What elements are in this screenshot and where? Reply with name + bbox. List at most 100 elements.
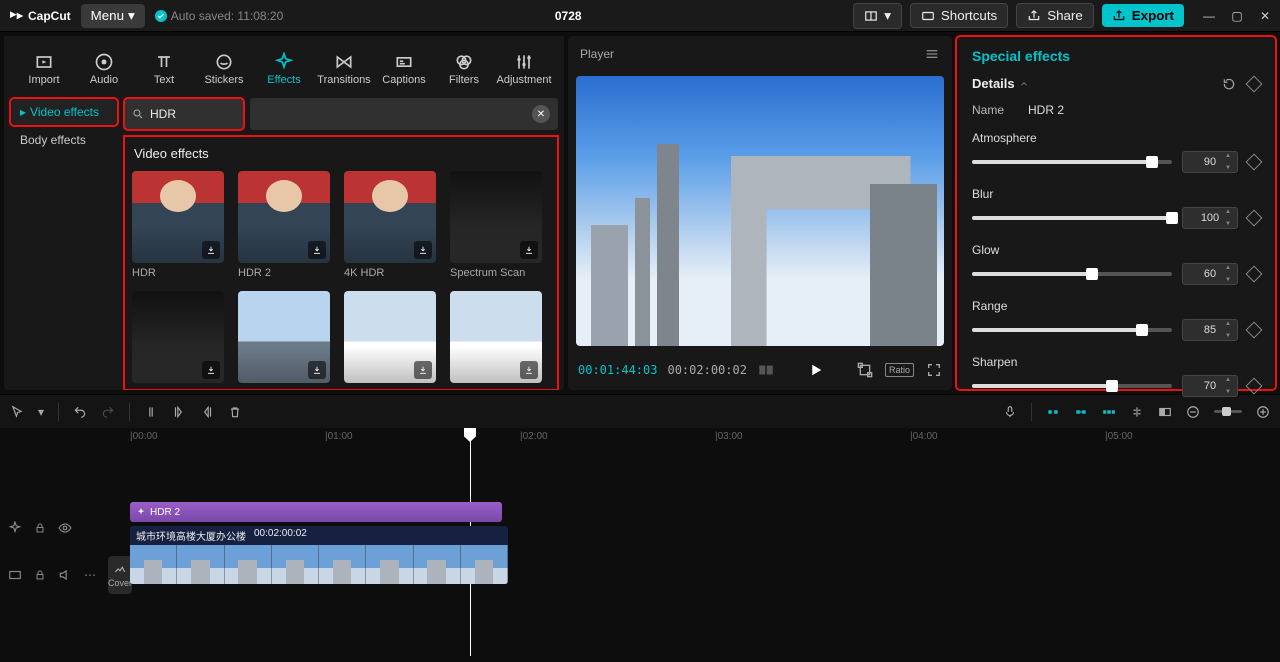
search-box[interactable] bbox=[124, 98, 244, 130]
project-name[interactable]: 0728 bbox=[293, 9, 843, 23]
effect-thumbnail[interactable] bbox=[132, 291, 224, 383]
trim-left-button[interactable] bbox=[172, 405, 186, 419]
record-audio-button[interactable] bbox=[1003, 405, 1017, 419]
fullscreen-icon[interactable] bbox=[926, 362, 942, 378]
effect-thumbnail[interactable] bbox=[344, 171, 436, 263]
param-value[interactable]: 70▲▼ bbox=[1182, 375, 1238, 397]
effect-clip[interactable]: HDR 2 bbox=[130, 502, 502, 522]
player-canvas[interactable] bbox=[576, 76, 944, 346]
param-slider[interactable] bbox=[972, 328, 1172, 332]
tool-dropdown-icon[interactable]: ▾ bbox=[38, 405, 44, 419]
effect-card[interactable]: HDR bbox=[132, 171, 224, 279]
eye-icon[interactable] bbox=[58, 521, 72, 535]
crop-icon[interactable] bbox=[857, 362, 873, 378]
details-toggle[interactable]: Details bbox=[972, 76, 1029, 91]
effect-card[interactable]: Spectrum Scan bbox=[450, 171, 542, 279]
download-icon[interactable] bbox=[202, 361, 220, 379]
zoom-out-button[interactable] bbox=[1186, 405, 1200, 419]
delete-button[interactable] bbox=[228, 405, 242, 419]
trim-right-button[interactable] bbox=[200, 405, 214, 419]
download-icon[interactable] bbox=[414, 241, 432, 259]
tab-text[interactable]: Text bbox=[134, 50, 194, 86]
keyframe-diamond-icon[interactable] bbox=[1246, 75, 1263, 92]
keyframe-diamond-icon[interactable] bbox=[1246, 378, 1263, 395]
zoom-in-button[interactable] bbox=[1256, 405, 1270, 419]
magnet-mode-2[interactable] bbox=[1074, 405, 1088, 419]
undo-button[interactable] bbox=[73, 405, 87, 419]
compare-icon[interactable] bbox=[757, 361, 775, 379]
param-value[interactable]: 60▲▼ bbox=[1182, 263, 1238, 285]
effects-track-icon[interactable] bbox=[8, 521, 22, 535]
share-button[interactable]: Share bbox=[1016, 3, 1094, 28]
param-value[interactable]: 90▲▼ bbox=[1182, 151, 1238, 173]
effect-thumbnail[interactable] bbox=[344, 291, 436, 383]
spinner-icon[interactable]: ▲▼ bbox=[1225, 265, 1235, 283]
effect-card[interactable] bbox=[450, 291, 542, 383]
preview-toggle[interactable] bbox=[1158, 405, 1172, 419]
lock-icon[interactable] bbox=[34, 522, 46, 534]
ratio-button[interactable]: Ratio bbox=[885, 363, 914, 377]
sidebar-item-body-effects[interactable]: Body effects bbox=[10, 126, 118, 154]
zoom-slider[interactable] bbox=[1214, 410, 1242, 413]
tab-adjustment[interactable]: Adjustment bbox=[494, 50, 554, 86]
download-icon[interactable] bbox=[520, 241, 538, 259]
close-icon[interactable]: ✕ bbox=[1258, 9, 1272, 23]
tab-import[interactable]: Import bbox=[14, 50, 74, 86]
spinner-icon[interactable]: ▲▼ bbox=[1225, 209, 1235, 227]
spinner-icon[interactable]: ▲▼ bbox=[1225, 321, 1235, 339]
tab-effects[interactable]: Effects bbox=[254, 50, 314, 86]
download-icon[interactable] bbox=[414, 361, 432, 379]
minimize-icon[interactable]: — bbox=[1202, 9, 1216, 23]
menu-button[interactable]: Menu ▾ bbox=[81, 4, 145, 28]
tab-filters[interactable]: Filters bbox=[434, 50, 494, 86]
keyframe-diamond-icon[interactable] bbox=[1246, 322, 1263, 339]
search-input[interactable] bbox=[150, 107, 305, 121]
player-menu-icon[interactable] bbox=[924, 46, 940, 62]
timeline-ruler[interactable]: |00:00|01:00|02:00|03:00|04:00|05:00 bbox=[130, 428, 1280, 448]
param-slider[interactable] bbox=[972, 272, 1172, 276]
spinner-icon[interactable]: ▲▼ bbox=[1225, 153, 1235, 171]
align-button[interactable] bbox=[1130, 405, 1144, 419]
effect-card[interactable] bbox=[132, 291, 224, 383]
tab-transitions[interactable]: Transitions bbox=[314, 50, 374, 86]
tab-audio[interactable]: Audio bbox=[74, 50, 134, 86]
spinner-icon[interactable]: ▲▼ bbox=[1225, 377, 1235, 395]
magnet-mode-1[interactable] bbox=[1046, 405, 1060, 419]
export-button[interactable]: Export bbox=[1102, 4, 1184, 27]
keyframe-diamond-icon[interactable] bbox=[1246, 154, 1263, 171]
effect-card[interactable]: 4K HDR bbox=[344, 171, 436, 279]
keyframe-diamond-icon[interactable] bbox=[1246, 210, 1263, 227]
param-slider[interactable] bbox=[972, 384, 1172, 388]
play-button[interactable] bbox=[807, 361, 825, 379]
clear-search-button[interactable]: ✕ bbox=[532, 105, 550, 123]
effect-card[interactable]: HDR 2 bbox=[238, 171, 330, 279]
effect-thumbnail[interactable] bbox=[450, 171, 542, 263]
timeline-tracks[interactable]: |00:00|01:00|02:00|03:00|04:00|05:00 HDR… bbox=[130, 428, 1280, 656]
video-track-icon[interactable] bbox=[8, 568, 22, 582]
maximize-icon[interactable]: ▢ bbox=[1230, 9, 1244, 23]
split-button[interactable] bbox=[144, 405, 158, 419]
download-icon[interactable] bbox=[202, 241, 220, 259]
sidebar-item-video-effects[interactable]: ▸ Video effects bbox=[10, 98, 118, 126]
download-icon[interactable] bbox=[520, 361, 538, 379]
tab-stickers[interactable]: Stickers bbox=[194, 50, 254, 86]
effect-card[interactable] bbox=[238, 291, 330, 383]
mute-icon[interactable] bbox=[58, 568, 72, 582]
tab-captions[interactable]: Captions bbox=[374, 50, 434, 86]
effect-card[interactable] bbox=[344, 291, 436, 383]
download-icon[interactable] bbox=[308, 361, 326, 379]
more-icon[interactable]: ⋯ bbox=[84, 568, 96, 582]
effect-thumbnail[interactable] bbox=[450, 291, 542, 383]
param-slider[interactable] bbox=[972, 160, 1172, 164]
layout-button[interactable]: ▾ bbox=[853, 3, 902, 29]
param-value[interactable]: 100▲▼ bbox=[1182, 207, 1238, 229]
reset-icon[interactable] bbox=[1222, 77, 1236, 91]
download-icon[interactable] bbox=[308, 241, 326, 259]
shortcuts-button[interactable]: Shortcuts bbox=[910, 3, 1008, 28]
param-slider[interactable] bbox=[972, 216, 1172, 220]
lock-icon[interactable] bbox=[34, 569, 46, 581]
selection-tool[interactable] bbox=[10, 405, 24, 419]
redo-button[interactable] bbox=[101, 405, 115, 419]
video-clip[interactable]: 城市环境高楼大厦办公楼 00:02:00:02 bbox=[130, 526, 508, 584]
cover-button[interactable]: Cover bbox=[108, 556, 132, 594]
